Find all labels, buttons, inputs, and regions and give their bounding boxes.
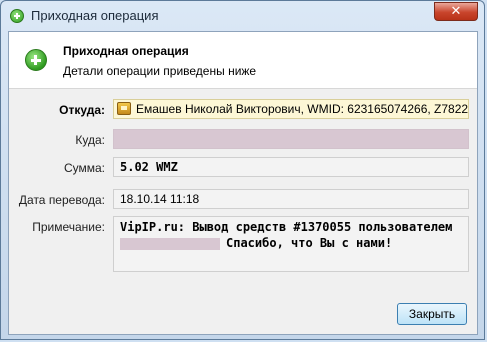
to-field[interactable] bbox=[113, 129, 469, 149]
title-bar[interactable]: Приходная операция ✕ bbox=[1, 1, 484, 31]
date-label: Дата перевода: bbox=[18, 193, 105, 207]
from-label: Откуда: bbox=[59, 103, 105, 117]
redacted-username bbox=[120, 237, 220, 250]
window-close-button[interactable]: ✕ bbox=[434, 2, 478, 21]
amount-label: Сумма: bbox=[63, 161, 105, 175]
note-line-1: VipIP.ru: Вывод средств #1370055 пользов… bbox=[120, 220, 453, 234]
header-subtitle: Детали операции приведены ниже bbox=[63, 64, 257, 78]
dialog-window: Приходная операция ✕ Приходная операция … bbox=[0, 0, 485, 340]
to-label: Куда: bbox=[75, 133, 105, 147]
add-icon bbox=[10, 9, 24, 23]
note-line-2-row: Спасибо, что Вы с нами! bbox=[120, 235, 468, 251]
date-value: 18.10.14 11:18 bbox=[120, 192, 200, 206]
note-field[interactable]: VipIP.ru: Вывод средств #1370055 пользов… bbox=[113, 216, 469, 272]
close-button[interactable]: Закрыть bbox=[397, 303, 467, 325]
window-title: Приходная операция bbox=[31, 8, 159, 23]
dialog-body: Приходная операция Детали операции приве… bbox=[8, 31, 478, 335]
note-label: Примечание: bbox=[32, 220, 105, 234]
amount-field[interactable]: 5.02 WMZ bbox=[113, 157, 469, 177]
header-panel: Приходная операция Детали операции приве… bbox=[9, 32, 477, 89]
note-line-2: Спасибо, что Вы с нами! bbox=[226, 236, 393, 250]
date-field[interactable]: 18.10.14 11:18 bbox=[113, 189, 469, 209]
header-title: Приходная операция bbox=[63, 44, 189, 58]
wallet-icon bbox=[117, 102, 131, 115]
add-icon bbox=[25, 49, 47, 71]
amount-value: 5.02 WMZ bbox=[120, 160, 178, 174]
from-value: Емашев Николай Викторович, WMID: 6231650… bbox=[136, 102, 469, 116]
from-field[interactable]: Емашев Николай Викторович, WMID: 6231650… bbox=[113, 99, 469, 119]
